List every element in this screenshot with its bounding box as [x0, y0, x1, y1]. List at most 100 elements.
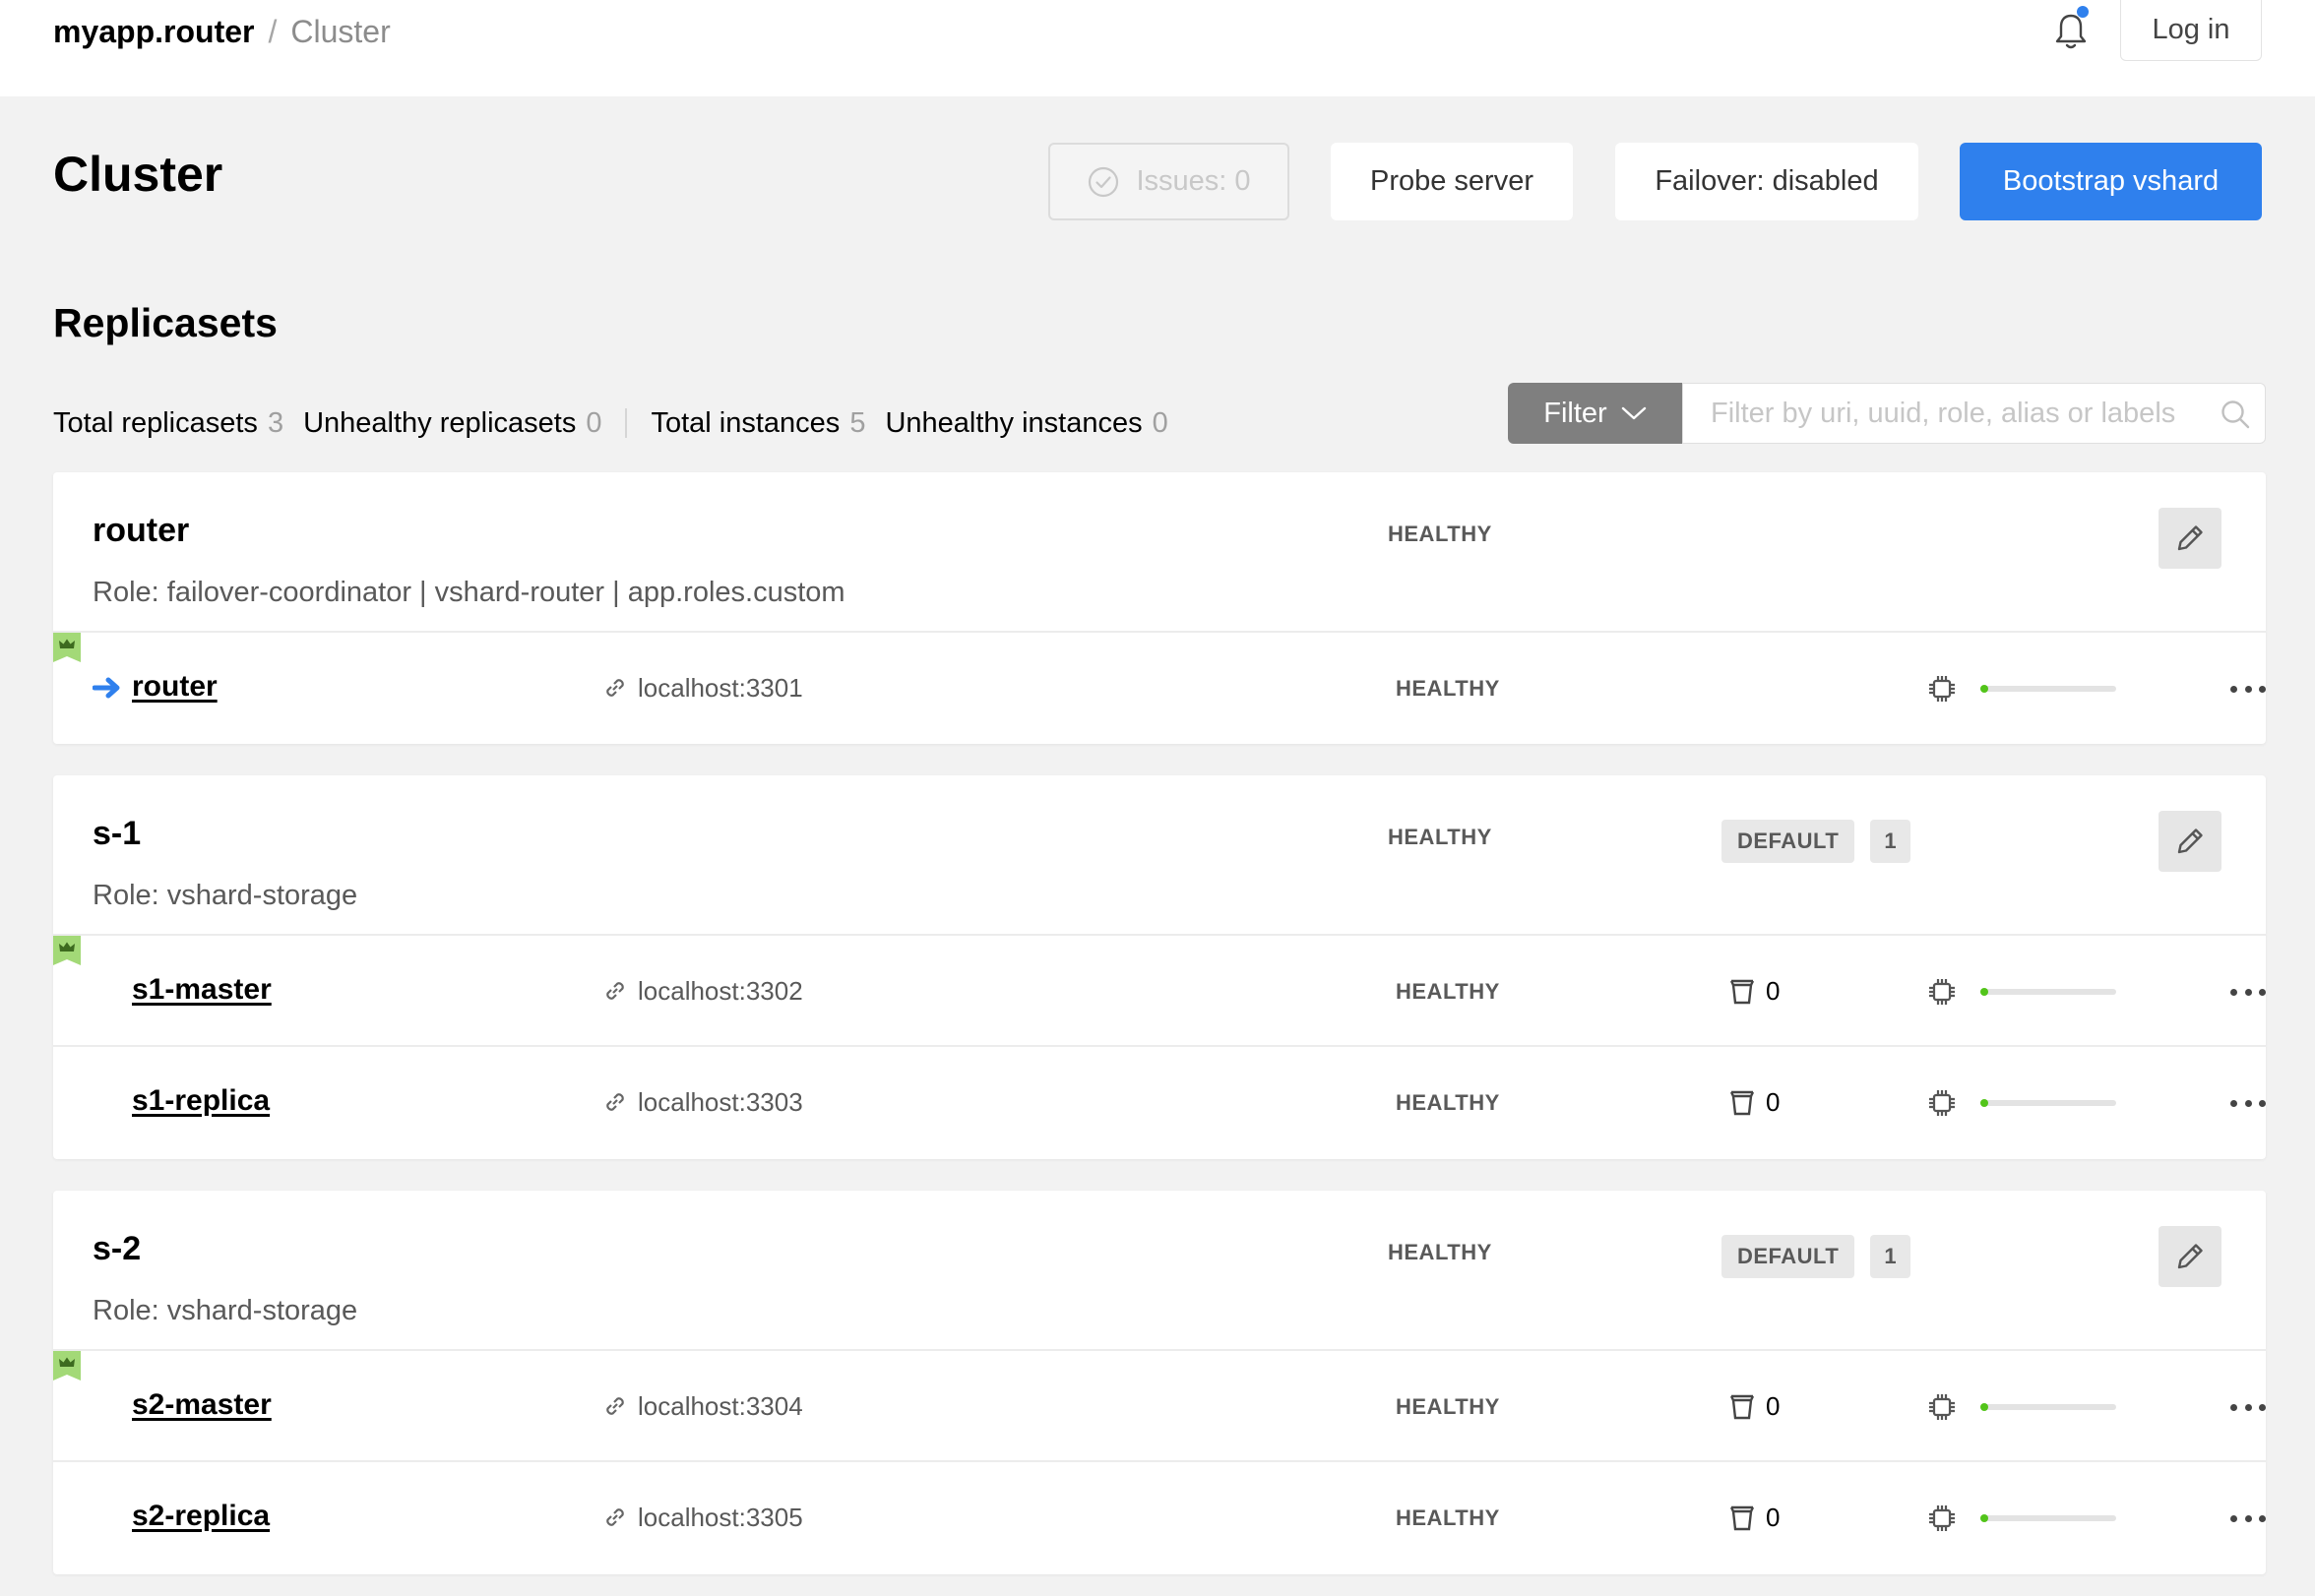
edit-replicaset-button[interactable]: [2159, 1226, 2221, 1287]
stat-label: Total replicasets: [53, 406, 258, 439]
instance-uri: localhost:3305: [602, 1500, 803, 1535]
bootstrap-vshard-button[interactable]: Bootstrap vshard: [1960, 143, 2262, 220]
section-title-replicasets: Replicasets: [53, 300, 278, 345]
instance-name-link[interactable]: s2-replica: [132, 1500, 270, 1533]
edit-replicaset-button[interactable]: [2159, 508, 2221, 569]
instance-row[interactable]: s2-master localhost:3304 HEALTHY 0: [53, 1351, 2266, 1462]
buckets-count: 0: [1728, 1500, 1780, 1535]
replicaset-name: router: [93, 512, 190, 549]
chip-icon: [1929, 1394, 1955, 1420]
stats-divider: [625, 408, 628, 438]
stat-unhealthy-instances: Unhealthy instances 0: [885, 407, 1187, 440]
memory-usage: [1927, 672, 2116, 706]
issues-button[interactable]: Issues: 0: [1048, 143, 1289, 220]
instance-uri: localhost:3304: [602, 1388, 803, 1424]
probe-server-button[interactable]: Probe server: [1331, 143, 1573, 220]
replicaset-card-router: router Role: failover-coordinator | vsha…: [53, 472, 2266, 744]
instance-row[interactable]: s1-replica localhost:3303 HEALTHY 0: [53, 1047, 2266, 1158]
filter-label: Filter: [1543, 397, 1607, 429]
breadcrumb-current-page: Cluster: [290, 13, 391, 49]
instance-row[interactable]: s2-replica localhost:3305 HEALTHY 0: [53, 1462, 2266, 1573]
replicaset-name: s-1: [93, 815, 142, 852]
instance-name-link[interactable]: s2-master: [132, 1388, 272, 1422]
memory-bar-fill: [1980, 1099, 1988, 1107]
link-icon: [602, 1504, 628, 1530]
cluster-stats: Total replicasets 3 Unhealthy replicaset…: [53, 401, 1188, 445]
instance-name-link[interactable]: s1-replica: [132, 1084, 270, 1118]
instance-uri: localhost:3301: [602, 670, 803, 706]
check-circle-icon: [1087, 165, 1120, 199]
instance-status: HEALTHY: [1396, 979, 1500, 1004]
breadcrumb-separator: /: [268, 13, 278, 49]
instance-uri: localhost:3303: [602, 1084, 803, 1120]
stat-value: 3: [267, 406, 284, 439]
bucket-icon: [1728, 1391, 1756, 1421]
memory-usage: [1927, 1086, 2116, 1120]
more-actions-icon[interactable]: [2230, 674, 2266, 704]
instance-uri: localhost:3302: [602, 973, 803, 1009]
pencil-icon: [2177, 525, 2203, 551]
memory-bar: [1980, 1403, 2116, 1411]
stat-label: Unhealthy instances: [885, 406, 1143, 439]
replicaset-status: HEALTHY: [1388, 825, 1492, 849]
instance-uri-text: localhost:3302: [638, 975, 803, 1006]
issues-label: Issues: 0: [1136, 165, 1251, 197]
replicaset-status: HEALTHY: [1388, 522, 1492, 546]
memory-usage: [1927, 975, 2116, 1009]
instance-uri-text: localhost:3305: [638, 1502, 803, 1532]
bucket-icon: [1728, 976, 1756, 1006]
buckets-value: 0: [1766, 1390, 1781, 1421]
notification-dot: [2077, 6, 2089, 18]
memory-bar: [1980, 1514, 2116, 1522]
chip-icon: [1929, 1505, 1955, 1531]
pencil-icon: [2177, 1244, 2203, 1269]
more-actions-icon[interactable]: [2230, 1088, 2266, 1118]
chip-icon: [1929, 979, 1955, 1005]
more-actions-icon[interactable]: [2230, 1392, 2266, 1422]
instance-row[interactable]: router localhost:3301 HEALTHY: [53, 633, 2266, 744]
link-icon: [602, 1089, 628, 1115]
breadcrumb: myapp.router / Cluster: [53, 10, 391, 53]
stat-value: 0: [1152, 406, 1168, 439]
buckets-value: 0: [1766, 975, 1781, 1006]
vshard-group-tag: DEFAULT: [1721, 1235, 1855, 1278]
filter-search-input[interactable]: Filter by uri, uuid, role, alias or labe…: [1682, 383, 2266, 444]
chip-icon: [1929, 1090, 1955, 1116]
instance-name-link[interactable]: s1-master: [132, 973, 272, 1007]
more-actions-icon[interactable]: [2230, 977, 2266, 1007]
more-actions-icon[interactable]: [2230, 1504, 2266, 1533]
replicaset-status: HEALTHY: [1388, 1240, 1492, 1264]
vshard-group-tag: DEFAULT: [1721, 820, 1855, 863]
instance-status: HEALTHY: [1396, 1394, 1500, 1419]
breadcrumb-app[interactable]: myapp.router: [53, 14, 254, 50]
bucket-icon: [1728, 1503, 1756, 1532]
login-button[interactable]: Log in: [2120, 0, 2262, 61]
bucket-icon: [1728, 1087, 1756, 1117]
chip-icon: [1929, 676, 1955, 702]
memory-bar-fill: [1980, 685, 1988, 693]
search-icon: [2220, 399, 2251, 430]
instance-name-link[interactable]: router: [132, 670, 218, 704]
filter-placeholder: Filter by uri, uuid, role, alias or labe…: [1711, 397, 2176, 429]
edit-replicaset-button[interactable]: [2159, 811, 2221, 872]
leader-arrow-icon: [93, 676, 122, 700]
stat-total-replicasets: Total replicasets 3: [53, 407, 303, 440]
instance-uri-text: localhost:3303: [638, 1086, 803, 1117]
stat-label: Total instances: [651, 406, 841, 439]
notifications-bell-icon[interactable]: [2053, 12, 2089, 51]
replicaset-name: s-2: [93, 1230, 142, 1267]
vshard-group: DEFAULT 1: [1721, 820, 1911, 863]
buckets-value: 0: [1766, 1502, 1781, 1532]
instance-row[interactable]: s1-master localhost:3302 HEALTHY 0: [53, 936, 2266, 1047]
failover-button[interactable]: Failover: disabled: [1615, 143, 1918, 220]
buckets-count: 0: [1728, 1388, 1780, 1424]
memory-usage: [1927, 1390, 2116, 1424]
memory-bar-fill: [1980, 1514, 1988, 1522]
link-icon: [602, 1393, 628, 1419]
leader-crown-icon: [53, 1351, 81, 1381]
buckets-value: 0: [1766, 1086, 1781, 1117]
stat-label: Unhealthy replicasets: [303, 406, 577, 439]
filter-dropdown-button[interactable]: Filter: [1508, 383, 1682, 444]
instance-status: HEALTHY: [1396, 1090, 1500, 1115]
pencil-icon: [2177, 829, 2203, 854]
